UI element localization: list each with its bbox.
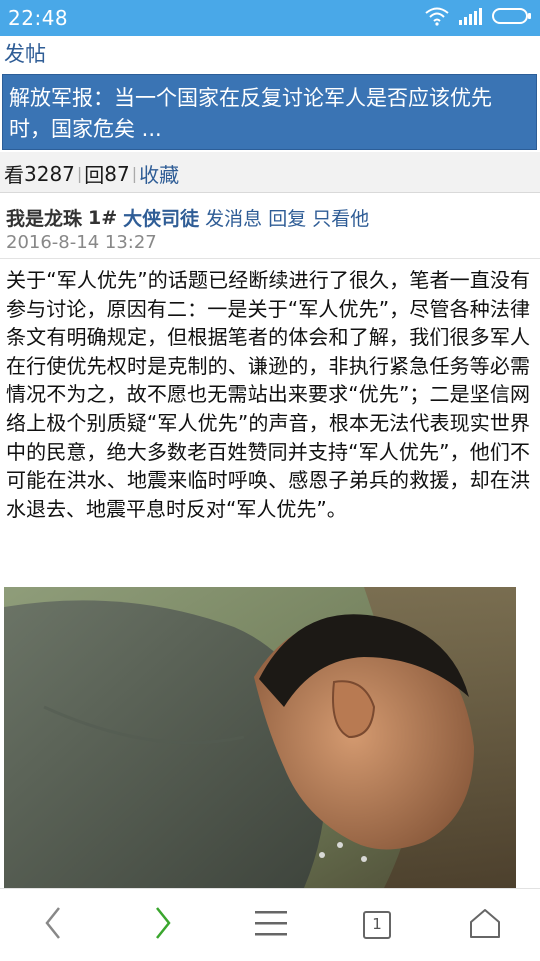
wifi-icon — [424, 6, 450, 30]
views-count: 3287 — [24, 161, 75, 186]
forward-icon — [153, 906, 173, 944]
tab-count: 1 — [372, 915, 382, 933]
status-time: 22:48 — [8, 6, 69, 30]
reply-link[interactable]: 回复 — [268, 204, 306, 231]
status-bar: 22:48 — [0, 0, 540, 36]
views-label: 看 — [4, 163, 24, 187]
bottom-nav: 1 — [0, 888, 540, 961]
stats-divider: | — [131, 164, 138, 183]
home-button[interactable] — [440, 889, 530, 961]
thread-title-bar: 解放军报：当一个国家在反复讨论军人是否应该优先时，国家危矣 ... — [2, 74, 537, 150]
home-icon — [468, 907, 502, 943]
send-message-link[interactable]: 发消息 — [205, 204, 262, 231]
top-link-row: 发帖 — [0, 36, 540, 70]
post-content: 关于“军人优先”的话题已经断续进行了很久，笔者一直没有参与讨论，原因有二：一是关… — [6, 268, 530, 521]
tabs-button[interactable]: 1 — [332, 889, 422, 961]
menu-button[interactable] — [226, 889, 316, 961]
divider — [0, 258, 540, 259]
favorite-link[interactable]: 收藏 — [139, 159, 179, 188]
new-post-link[interactable]: 发帖 — [4, 38, 46, 68]
forward-button[interactable] — [118, 889, 208, 961]
replies-label: 回 — [84, 163, 105, 187]
stats-divider: | — [76, 164, 83, 183]
battery-icon — [492, 7, 532, 29]
tabs-icon: 1 — [362, 910, 392, 940]
status-icons — [424, 6, 532, 30]
post-date: 2016-8-14 13:27 — [6, 232, 157, 253]
soldier-photo-illustration — [4, 587, 516, 888]
menu-icon — [253, 908, 289, 942]
post-photo — [4, 587, 516, 888]
replies-count: 87 — [104, 161, 130, 186]
post-author-row: 我是龙珠 1# 大侠司徒 发消息 回复 只看他 — [6, 204, 369, 231]
only-author-link[interactable]: 只看他 — [312, 204, 369, 231]
user-group: 大侠司徒 — [123, 208, 200, 230]
thread-title: 解放军报：当一个国家在反复讨论军人是否应该优先时，国家危矣 ... — [9, 86, 492, 141]
thread-stats-bar: 看 3287 | 回 87 | 收藏 — [0, 152, 540, 193]
back-button[interactable] — [8, 889, 98, 961]
floor-number: 1# — [88, 206, 118, 229]
author-name[interactable]: 我是龙珠 — [6, 204, 82, 231]
signal-icon — [458, 7, 484, 29]
back-icon — [43, 906, 63, 944]
